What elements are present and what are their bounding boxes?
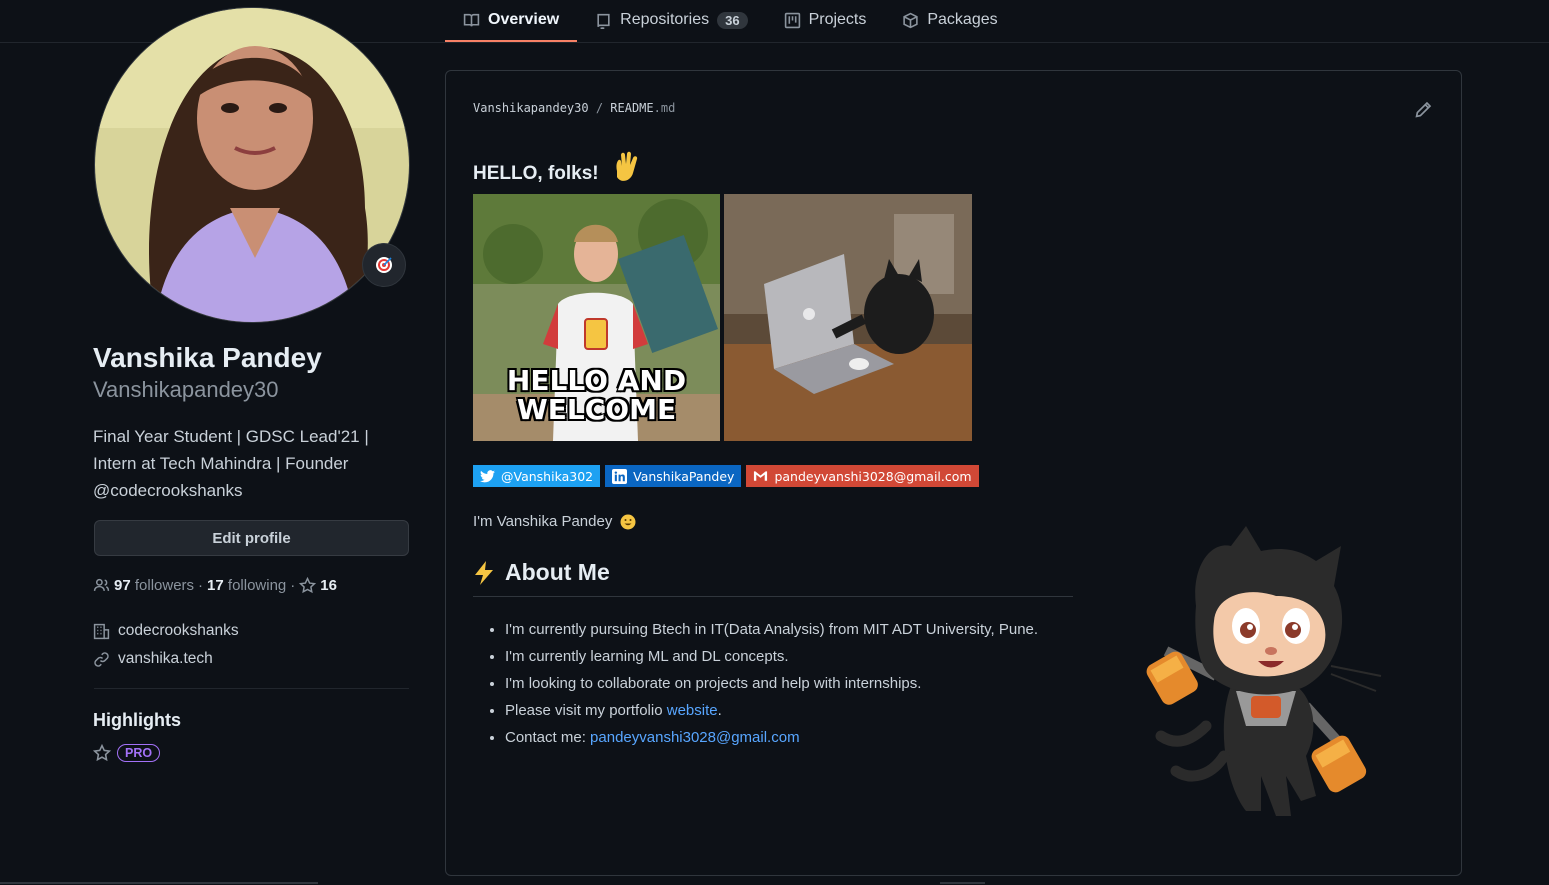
cat-laptop-gif <box>724 194 972 441</box>
bio-line: Final Year Student | GDSC Lead'21 | <box>93 427 369 446</box>
readme-intro: I'm Vanshika Pandey <box>473 513 636 530</box>
list-item: Please visit my portfolio website. <box>505 697 1038 724</box>
portfolio-link[interactable]: website <box>667 702 718 719</box>
readme-greeting: HELLO, folks! <box>473 151 641 185</box>
readme-extension: .md <box>653 101 676 115</box>
list-item: I'm looking to collaborate on projects a… <box>505 670 1038 697</box>
list-item: Contact me: pandeyvanshi3028@gmail.com <box>505 724 1038 751</box>
followers-count: 97 <box>114 577 131 594</box>
octocat-jetpack-illustration <box>1136 526 1396 831</box>
target-icon <box>376 257 392 273</box>
cat-laptop-gif-image <box>724 194 972 441</box>
twitter-handle: @Vanshika302 <box>501 468 594 484</box>
about-me-list: I'm currently pursuing Btech in IT(Data … <box>473 616 1038 751</box>
avatar[interactable] <box>94 7 410 323</box>
dot-separator: · <box>198 577 204 594</box>
following-label: following <box>227 577 287 594</box>
organization-name[interactable]: codecrookshanks <box>118 622 239 640</box>
follow-stats: 97 followers · 17 following · 16 <box>93 577 337 594</box>
profile-website: vanshika.tech <box>93 650 213 668</box>
readme-panel: Vanshikapandey30 / README.md HELLO, folk… <box>445 70 1462 876</box>
list-item: I'm currently learning ML and DL concept… <box>505 643 1038 670</box>
stars-count: 16 <box>320 577 337 594</box>
readme-owner[interactable]: Vanshikapandey30 <box>473 101 589 115</box>
gmail-badge[interactable]: pandeyvanshi3028@gmail.com <box>746 465 979 487</box>
octocat-image <box>1146 526 1382 816</box>
link-icon <box>94 651 109 667</box>
pro-badge[interactable]: PRO <box>117 744 161 762</box>
package-icon <box>903 12 919 28</box>
bio-line: Intern at Tech Mahindra | Founder <box>93 454 349 473</box>
welcome-caption-line: WELCOME <box>516 393 677 426</box>
profile-organization: codecrookshanks <box>93 622 239 640</box>
pencil-icon <box>1415 101 1432 118</box>
tab-overview[interactable]: Overview <box>445 0 578 42</box>
waving-hand-icon <box>616 151 637 181</box>
followers-link[interactable]: 97 followers <box>114 577 194 594</box>
gmail-icon <box>754 471 768 481</box>
gmail-address: pandeyvanshi3028@gmail.com <box>774 468 972 484</box>
edit-readme-button[interactable] <box>1414 101 1434 121</box>
dot-separator: · <box>290 577 296 594</box>
edit-profile-button[interactable]: Edit profile <box>94 520 409 556</box>
repositories-counter: 36 <box>717 11 748 29</box>
repo-icon <box>597 13 610 29</box>
welcome-gif: HELLO AND WELCOME <box>473 194 720 441</box>
following-count: 17 <box>207 577 224 594</box>
contact-email-link[interactable]: pandeyvanshi3028@gmail.com <box>590 729 800 746</box>
tab-projects-label: Projects <box>808 11 867 28</box>
people-icon <box>93 578 110 591</box>
scrollbar-track <box>0 882 318 884</box>
twitter-icon <box>480 469 495 482</box>
tab-projects[interactable]: Projects <box>766 0 885 40</box>
organization-icon <box>93 623 110 639</box>
following-link[interactable]: 17 following <box>207 577 286 594</box>
project-icon <box>784 12 800 28</box>
profile-name: Vanshika Pandey <box>93 342 322 373</box>
highlights-title: Highlights <box>93 710 181 730</box>
contact-text: Contact me: <box>505 729 591 746</box>
star-icon <box>93 744 111 762</box>
linkedin-handle: VanshikaPandey <box>633 468 735 484</box>
highlights-pro: PRO <box>93 744 161 762</box>
star-icon <box>299 577 317 594</box>
greeting-text: HELLO, folks! <box>473 163 599 184</box>
readme-breadcrumb: Vanshikapandey30 / README.md <box>473 101 675 115</box>
about-me-title: About Me <box>505 559 610 585</box>
portfolio-period: . <box>717 702 722 719</box>
profile-tabs: Overview Repositories 36 Projects Packag… <box>445 0 1016 42</box>
profile-bio: Final Year Student | GDSC Lead'21 | Inte… <box>93 423 413 504</box>
lightning-icon <box>475 560 493 585</box>
smiley-icon <box>620 514 636 529</box>
tab-packages-label: Packages <box>927 11 998 28</box>
portfolio-text: Please visit my portfolio <box>505 702 667 719</box>
linkedin-icon <box>612 468 628 484</box>
tab-repositories[interactable]: Repositories 36 <box>577 0 765 40</box>
avatar-photo <box>95 8 409 322</box>
list-item: I'm currently pursuing Btech in IT(Data … <box>505 616 1038 643</box>
readme-filename[interactable]: README <box>610 101 653 115</box>
breadcrumb-separator: / <box>595 101 611 115</box>
about-me-heading: About Me <box>473 559 1073 597</box>
social-badges: @Vanshika302 VanshikaPandey pandeyvanshi… <box>473 465 979 487</box>
intro-text: I'm Vanshika Pandey <box>473 513 613 530</box>
welcome-caption-line: HELLO AND <box>506 364 687 397</box>
profile-login: Vanshikapandey30 <box>93 377 279 402</box>
tab-repositories-label: Repositories <box>620 11 710 28</box>
status-badge[interactable] <box>362 243 406 287</box>
website-link[interactable]: vanshika.tech <box>118 650 213 668</box>
linkedin-badge[interactable]: VanshikaPandey <box>605 465 742 487</box>
tab-overview-label: Overview <box>488 11 560 28</box>
followers-label: followers <box>134 577 195 594</box>
stars-link[interactable]: 16 <box>299 577 337 594</box>
bio-line: @codecrookshanks <box>93 481 243 500</box>
sidebar-divider <box>94 688 409 689</box>
scrollbar-thumb[interactable] <box>940 882 985 884</box>
book-icon <box>463 13 480 26</box>
twitter-badge[interactable]: @Vanshika302 <box>473 465 601 487</box>
welcome-caption: HELLO AND WELCOME <box>473 366 720 424</box>
tab-packages[interactable]: Packages <box>884 0 1015 40</box>
